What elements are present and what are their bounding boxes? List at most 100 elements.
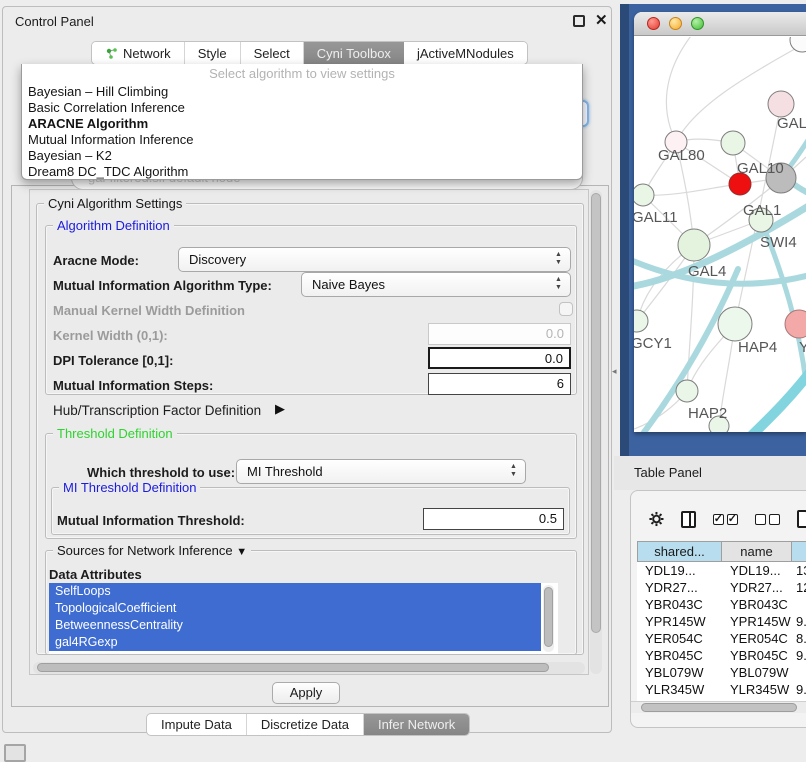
checked-box-icon [713, 514, 724, 525]
tab-discretize-data[interactable]: Discretize Data [247, 714, 364, 735]
cell: YPR145W [637, 613, 722, 630]
table-row[interactable]: YER054C YER054C 8. [637, 630, 806, 647]
menu-item-aracne[interactable]: ARACNE Algorithm [22, 116, 582, 132]
tab-impute-data[interactable]: Impute Data [147, 714, 247, 735]
cell: YDR27... [637, 579, 722, 596]
node-label-y-partial: Y [799, 339, 806, 356]
algorithm-dropdown-prompt: Select algorithm to view settings [22, 64, 582, 84]
node-label-gal-partial: GAL [777, 115, 806, 132]
table-hscroll-thumb[interactable] [641, 703, 797, 712]
table-row[interactable]: YBR043C YBR043C [637, 596, 806, 613]
algorithm-dropdown-menu: Select algorithm to view settings Bayesi… [21, 64, 583, 180]
table-toolbar [631, 501, 806, 537]
cell: 8. [792, 630, 806, 647]
cell [792, 664, 806, 681]
corner-panel-icon[interactable] [4, 744, 26, 762]
menu-item-mutual-information[interactable]: Mutual Information Inference [22, 132, 582, 148]
tab-infer-network[interactable]: Infer Network [364, 714, 469, 735]
table-row[interactable]: YBR045C YBR045C 9. [637, 647, 806, 664]
network-window-titlebar[interactable] [634, 12, 806, 36]
menu-item-bayesian-hill-climbing[interactable]: Bayesian – Hill Climbing [22, 84, 582, 100]
list-item-gal4rgexp[interactable]: gal4RGexp [49, 634, 541, 651]
columns-icon[interactable] [681, 511, 696, 528]
cell: YLR345W [722, 681, 792, 698]
zoom-traffic-light-icon[interactable] [691, 17, 704, 30]
kernel-width-value: 0.0 [546, 326, 564, 341]
control-panel-tabbar: Network Style Select Cyni Toolbox jActiv… [91, 41, 528, 65]
document-icon[interactable] [797, 510, 806, 528]
gear-icon[interactable] [649, 510, 664, 528]
tab-network-label: Network [123, 46, 171, 61]
tab-style-label: Style [198, 46, 227, 61]
close-traffic-light-icon[interactable] [647, 17, 660, 30]
which-threshold-label: Which threshold to use: [87, 465, 235, 480]
bottom-tabbar: Impute Data Discretize Data Infer Networ… [146, 713, 470, 736]
tab-style[interactable]: Style [185, 42, 241, 64]
splitter-collapse-icon[interactable]: ◂ [612, 366, 617, 377]
data-attributes-list[interactable]: SelfLoops TopologicalCoefficient Between… [49, 583, 558, 654]
column-header-shared-name[interactable]: shared... [637, 541, 722, 562]
table-row[interactable]: YBL079W YBL079W [637, 664, 806, 681]
tab-network[interactable]: Network [92, 42, 185, 64]
column-header-name[interactable]: name [722, 541, 792, 562]
mi-steps-input[interactable]: 6 [428, 373, 571, 395]
node-label-swi4: SWI4 [760, 234, 797, 251]
dpi-tolerance-input[interactable]: 0.0 [428, 347, 571, 369]
settings-vertical-scrollbar[interactable] [590, 190, 602, 674]
column-header-partial[interactable] [792, 541, 806, 562]
close-icon[interactable]: ✕ [595, 11, 608, 29]
network-icon [105, 47, 118, 60]
node-label-gal80: GAL80 [658, 147, 705, 164]
list-item-selfloops[interactable]: SelfLoops [49, 583, 541, 600]
kernel-width-label: Kernel Width (0,1): [53, 328, 168, 343]
aracne-mode-combo[interactable]: Discovery ▲▼ [178, 247, 571, 272]
minimize-traffic-light-icon[interactable] [669, 17, 682, 30]
float-window-icon[interactable] [573, 15, 585, 27]
node-label-gcy1: GCY1 [634, 335, 672, 352]
deselect-all-checkboxes-icon[interactable] [755, 514, 780, 525]
apply-button[interactable]: Apply [272, 682, 340, 704]
mi-threshold-input[interactable]: 0.5 [423, 508, 564, 530]
table-horizontal-scrollbar[interactable] [631, 701, 806, 713]
table-row[interactable]: YLR345W YLR345W 9. [637, 681, 806, 698]
table-row[interactable]: YPR145W YPR145W 9. [637, 613, 806, 630]
collapse-right-arrow-icon[interactable]: ▶ [275, 401, 285, 417]
table-row[interactable]: YDR27... YDR27... 12 [637, 579, 806, 596]
tab-cyni-toolbox[interactable]: Cyni Toolbox [304, 42, 404, 64]
combo-stepper-icon: ▲▼ [554, 251, 563, 267]
mi-threshold-value: 0.5 [539, 511, 557, 526]
settings-horizontal-scrollbar[interactable] [33, 662, 585, 674]
collapse-down-arrow-icon[interactable]: ▼ [236, 546, 247, 558]
cell: 13 [792, 562, 806, 579]
cell: 9. [792, 647, 806, 664]
vscroll-thumb[interactable] [591, 193, 601, 633]
mi-type-value: Naive Bayes [312, 277, 385, 292]
sources-title: Sources for Network Inference ▼ [53, 543, 251, 558]
select-all-checkboxes-icon[interactable] [713, 514, 738, 525]
aracne-mode-label: Aracne Mode: [53, 253, 139, 268]
data-attributes-label: Data Attributes [49, 567, 142, 582]
cell: YBL079W [637, 664, 722, 681]
tab-jactivemnodules[interactable]: jActiveMNodules [404, 42, 527, 64]
cell [792, 596, 806, 613]
manual-kernel-checkbox[interactable] [559, 302, 573, 316]
mi-type-combo[interactable]: Naive Bayes ▲▼ [301, 272, 571, 297]
kernel-width-input[interactable]: 0.0 [428, 323, 571, 345]
cell: 12 [792, 579, 806, 596]
table-panel-card: shared... name YDL19... YDL19... 13 YDR2… [630, 490, 806, 728]
list-item-betweennesscentrality[interactable]: BetweennessCentrality [49, 617, 541, 634]
hscroll-thumb[interactable] [37, 663, 549, 672]
cell: YDL19... [722, 562, 792, 579]
menu-item-dream8[interactable]: Dream8 DC_TDC Algorithm [22, 164, 582, 180]
combo-stepper-icon: ▲▼ [509, 463, 518, 479]
table-row[interactable]: YDL19... YDL19... 13 [637, 562, 806, 579]
attributes-scroll-thumb[interactable] [544, 587, 553, 647]
tab-select[interactable]: Select [241, 42, 304, 64]
which-threshold-combo[interactable]: MI Threshold ▲▼ [236, 459, 526, 484]
list-item-topologicalcoefficient[interactable]: TopologicalCoefficient [49, 600, 541, 617]
menu-item-basic-correlation[interactable]: Basic Correlation Inference [22, 100, 582, 116]
attributes-list-scrollbar[interactable] [543, 585, 554, 652]
menu-item-bayesian-k2[interactable]: Bayesian – K2 [22, 148, 582, 164]
cell: YER054C [637, 630, 722, 647]
network-canvas[interactable]: GAL80 GAL10 GAL1 GAL11 SWI4 GAL4 GCY1 HA… [634, 37, 806, 432]
